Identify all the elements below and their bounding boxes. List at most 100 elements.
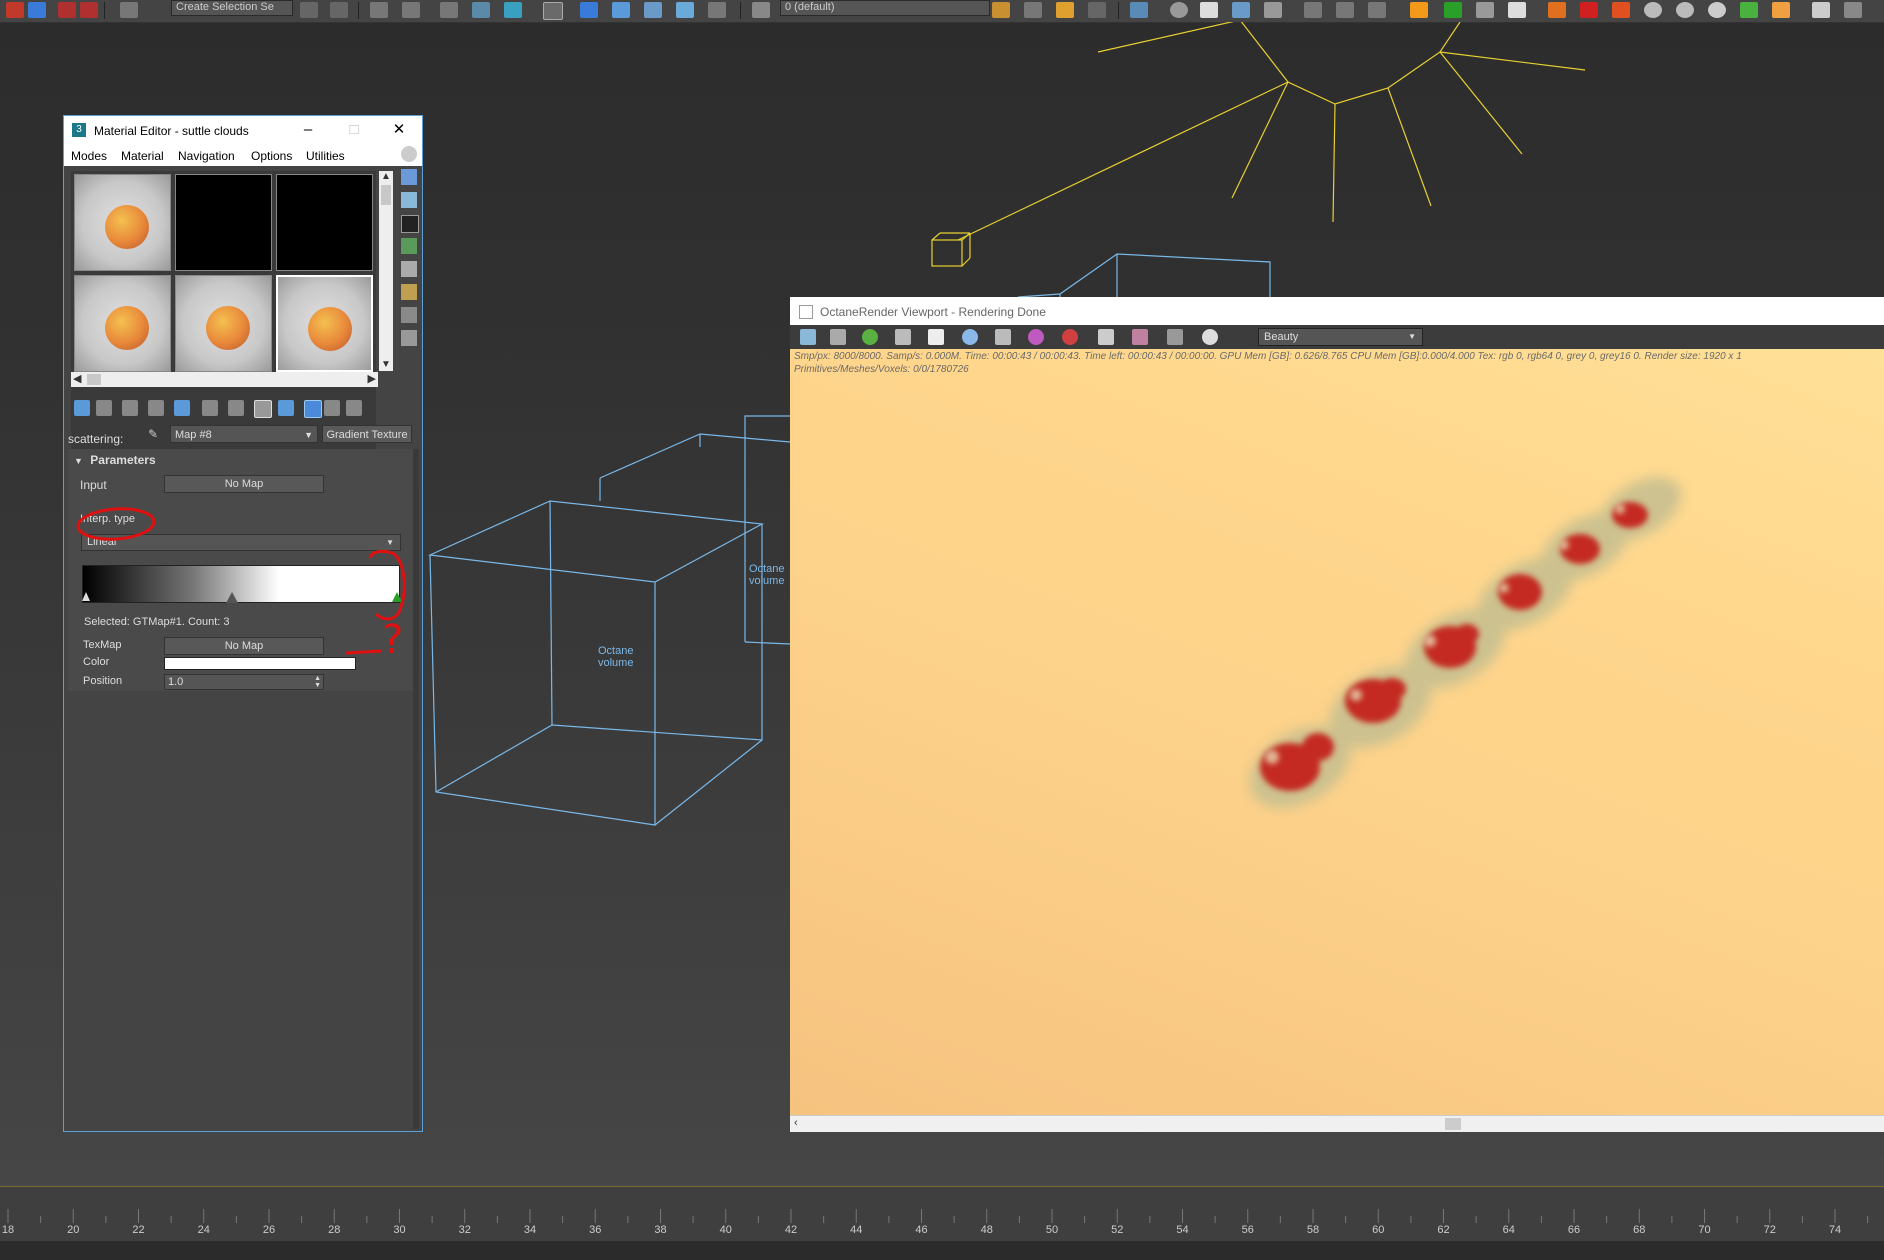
- eyedropper-icon[interactable]: ✎: [148, 428, 160, 440]
- options-icon[interactable]: [401, 284, 417, 300]
- layer-manager-icon[interactable]: [752, 2, 770, 18]
- octane-orange-icon[interactable]: [1548, 2, 1566, 18]
- go-forward-sibling-icon[interactable]: [324, 400, 340, 416]
- mirror-icon[interactable]: [300, 2, 318, 18]
- scroll-left-icon[interactable]: ‹: [794, 1117, 798, 1129]
- grid-icon[interactable]: [708, 2, 726, 18]
- scroll-thumb[interactable]: [87, 374, 101, 385]
- slots-vertical-scrollbar[interactable]: ▲ ▼: [379, 171, 393, 371]
- reset-map-icon[interactable]: [148, 400, 164, 416]
- render-icon[interactable]: [644, 2, 662, 18]
- scissors-icon[interactable]: [1476, 2, 1494, 18]
- timeline[interactable]: 18 20 22 24 26 28 30 32 34 36 38 40 42 44 46 48 50 52 54 56…: [0, 1186, 1884, 1260]
- material-slot[interactable]: [74, 174, 171, 271]
- material-slot[interactable]: [74, 275, 171, 372]
- rendered-frame-icon[interactable]: [612, 2, 630, 18]
- layer-properties-icon[interactable]: [1088, 2, 1106, 18]
- viewport-icon[interactable]: [1130, 2, 1148, 18]
- send-scene-icon[interactable]: [800, 329, 816, 345]
- show-end-result-icon[interactable]: [278, 400, 294, 416]
- octane-horizontal-scrollbar[interactable]: ‹: [790, 1115, 1884, 1132]
- tree-icon[interactable]: [1444, 2, 1462, 18]
- copy-icon[interactable]: [830, 329, 846, 345]
- layer-dropdown[interactable]: 0 (default): [780, 0, 990, 16]
- layer-stack-icon[interactable]: [1024, 2, 1042, 18]
- film-icon[interactable]: [1132, 329, 1148, 345]
- play-back-icon[interactable]: [1304, 2, 1322, 18]
- scroll-up-icon[interactable]: ▲: [379, 171, 393, 183]
- scroll-left-icon[interactable]: ◀: [73, 372, 81, 385]
- settings-gear-icon[interactable]: [1202, 329, 1218, 345]
- save-image-icon[interactable]: [1098, 329, 1114, 345]
- material-slot-selected[interactable]: [276, 275, 373, 372]
- af-focus-icon[interactable]: [995, 329, 1011, 345]
- backlight-icon[interactable]: [401, 169, 417, 185]
- fire-icon[interactable]: [1612, 2, 1630, 18]
- menu-options[interactable]: Options: [251, 149, 292, 163]
- wrench-icon[interactable]: [1232, 2, 1250, 18]
- show-shaded-icon[interactable]: [254, 400, 272, 418]
- cog-icon[interactable]: [1708, 2, 1726, 18]
- make-unique-icon[interactable]: [174, 400, 190, 416]
- put-to-library-icon[interactable]: [202, 400, 218, 416]
- gear-alt-icon[interactable]: [1676, 2, 1694, 18]
- video-color-check-icon[interactable]: [401, 238, 417, 254]
- scroll-thumb[interactable]: [1445, 1118, 1461, 1130]
- material-slot[interactable]: [175, 174, 272, 271]
- go-to-parent-icon[interactable]: [304, 400, 322, 418]
- shirt-icon[interactable]: [1200, 2, 1218, 18]
- restart-icon[interactable]: [962, 329, 978, 345]
- scroll-right-icon[interactable]: ▶: [368, 372, 376, 385]
- play-icon[interactable]: [1336, 2, 1354, 18]
- list-icon[interactable]: [1508, 2, 1526, 18]
- material-slot[interactable]: [276, 174, 373, 271]
- menu-material[interactable]: Material: [121, 149, 164, 163]
- scroll-down-icon[interactable]: ▼: [379, 359, 393, 371]
- plus-icon[interactable]: [1812, 2, 1830, 18]
- minimize-button[interactable]: –: [294, 120, 322, 140]
- sun-light-gizmo[interactable]: [931, 22, 1586, 267]
- selection-set-dropdown[interactable]: Create Selection Se: [171, 0, 293, 16]
- octane-render-output[interactable]: Smp/px: 8000/8000. Samp/s: 0.000M. Time:…: [790, 349, 1884, 1115]
- material-id-channel-icon[interactable]: [228, 400, 244, 416]
- material-editor-icon[interactable]: [543, 2, 563, 20]
- material-map-navigator-icon[interactable]: [401, 330, 417, 346]
- undo-icon[interactable]: [6, 2, 24, 18]
- camera-icon[interactable]: [1167, 329, 1183, 345]
- bind-space-warp-icon[interactable]: [120, 2, 138, 18]
- region-render-icon[interactable]: [1062, 329, 1078, 345]
- lock-icon[interactable]: [895, 329, 911, 345]
- add-layer-icon[interactable]: [992, 2, 1010, 18]
- background-icon[interactable]: [401, 192, 417, 208]
- redo-icon[interactable]: [28, 2, 46, 18]
- sphere-icon[interactable]: [1170, 2, 1188, 18]
- ribbon-icon[interactable]: [440, 2, 458, 18]
- timeline-track[interactable]: 18 20 22 24 26 28 30 32 34 36 38 40 42 44 46 48 50 52 54 56…: [0, 1186, 1884, 1242]
- hammer-icon[interactable]: [1264, 2, 1282, 18]
- pause-icon[interactable]: [928, 329, 944, 345]
- maximize-button[interactable]: □: [340, 120, 368, 140]
- put-to-scene-icon[interactable]: [96, 400, 112, 416]
- schematic-view-icon[interactable]: [504, 2, 522, 18]
- color-picker-icon[interactable]: [1028, 329, 1044, 345]
- scene-explorer-icon[interactable]: [370, 2, 388, 18]
- align-icon[interactable]: [330, 2, 348, 18]
- material-editor-titlebar[interactable]: 3 Material Editor - suttle clouds – □ ✕: [64, 116, 422, 146]
- plant-icon[interactable]: [1740, 2, 1758, 18]
- scroll-thumb[interactable]: [381, 185, 391, 205]
- select-layer-icon[interactable]: [1056, 2, 1074, 18]
- gear-icon[interactable]: [1644, 2, 1662, 18]
- octane-titlebar[interactable]: OctaneRender Viewport - Rendering Done: [790, 297, 1884, 325]
- refresh-icon[interactable]: [862, 329, 878, 345]
- assign-to-selection-icon[interactable]: [122, 400, 138, 416]
- box-orange-icon[interactable]: [1772, 2, 1790, 18]
- unlink-icon[interactable]: [80, 2, 98, 18]
- get-material-icon[interactable]: [74, 400, 90, 416]
- slots-horizontal-scrollbar[interactable]: ◀ ▶: [71, 372, 378, 387]
- menu-utilities[interactable]: Utilities: [306, 149, 345, 163]
- fp-icon[interactable]: [1410, 2, 1428, 18]
- link-icon[interactable]: [58, 2, 76, 18]
- material-slot[interactable]: [175, 275, 272, 372]
- select-by-material-icon[interactable]: [401, 307, 417, 323]
- render-setup-icon[interactable]: [580, 2, 598, 18]
